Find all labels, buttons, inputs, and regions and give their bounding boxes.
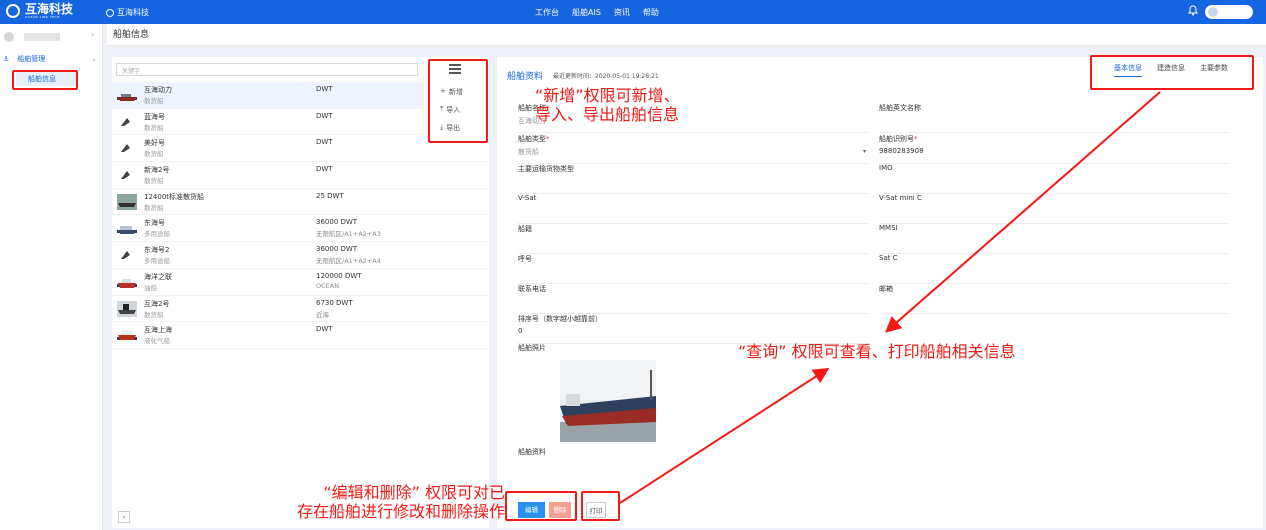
arrow-to-tabs-line	[884, 91, 1161, 333]
annotation-arrows	[619, 91, 1161, 504]
arrow-from-print-line	[619, 367, 830, 504]
